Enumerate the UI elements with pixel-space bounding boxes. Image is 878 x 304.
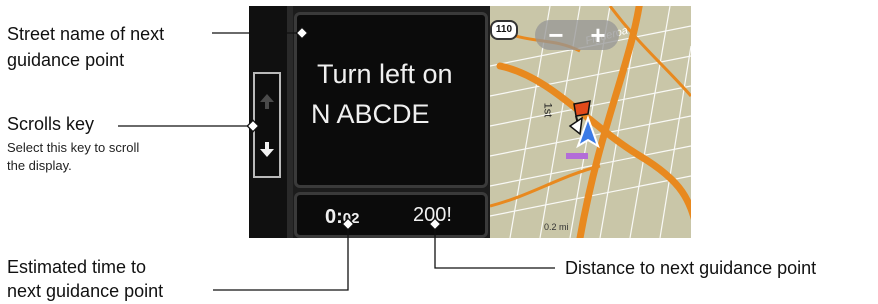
leader-lines xyxy=(118,26,555,291)
